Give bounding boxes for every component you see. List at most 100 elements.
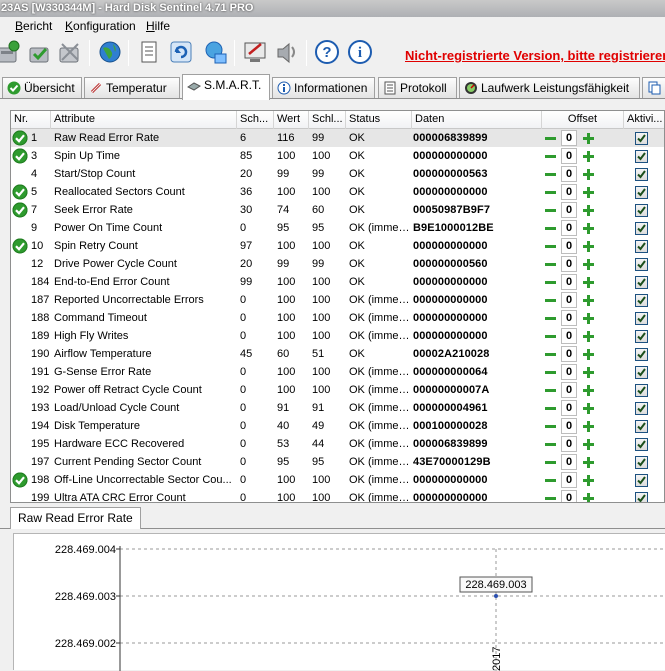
offset-value[interactable]: 0 xyxy=(561,202,577,218)
table-row[interactable]: 5 Reallocated Sectors Count 36 100 100 OK 0000… xyxy=(11,183,664,201)
offset-plus-button[interactable] xyxy=(583,133,594,144)
offset-value[interactable]: 0 xyxy=(561,346,577,362)
offset-minus-button[interactable] xyxy=(545,187,556,198)
active-checkbox[interactable] xyxy=(635,456,648,469)
offset-plus-button[interactable] xyxy=(583,205,594,216)
offset-plus-button[interactable] xyxy=(583,241,594,252)
globe-icon[interactable] xyxy=(96,38,124,68)
offset-plus-button[interactable] xyxy=(583,277,594,288)
offset-minus-button[interactable] xyxy=(545,331,556,342)
offset-minus-button[interactable] xyxy=(545,421,556,432)
offset-plus-button[interactable] xyxy=(583,331,594,342)
offset-minus-button[interactable] xyxy=(545,403,556,414)
offset-minus-button[interactable] xyxy=(545,475,556,486)
offset-value[interactable]: 0 xyxy=(561,490,577,502)
tab-temperatur[interactable]: Temperatur xyxy=(84,77,180,98)
offset-plus-button[interactable] xyxy=(583,259,594,270)
offset-value[interactable]: 0 xyxy=(561,238,577,254)
offset-value[interactable]: 0 xyxy=(561,400,577,416)
active-checkbox[interactable] xyxy=(635,366,648,379)
offset-value[interactable]: 0 xyxy=(561,274,577,290)
table-row[interactable]: 198 Off-Line Uncorrectable Sector Cou... 0… xyxy=(11,471,664,489)
column-header[interactable]: Schl... xyxy=(309,111,346,129)
active-checkbox[interactable] xyxy=(635,276,648,289)
offset-minus-button[interactable] xyxy=(545,313,556,324)
disk-check-icon[interactable] xyxy=(0,38,22,68)
tab-protokoll[interactable]: Protokoll xyxy=(378,77,457,98)
tab-übersicht[interactable]: Übersicht xyxy=(2,77,82,98)
offset-value[interactable]: 0 xyxy=(561,220,577,236)
help-icon[interactable]: ? xyxy=(313,38,341,68)
offset-plus-button[interactable] xyxy=(583,313,594,324)
offset-minus-button[interactable] xyxy=(545,367,556,378)
network-icon[interactable] xyxy=(201,38,229,68)
active-checkbox[interactable] xyxy=(635,240,648,253)
offset-value[interactable]: 0 xyxy=(561,382,577,398)
info-icon[interactable]: i xyxy=(346,38,374,68)
table-row[interactable]: 192 Power off Retract Cycle Count 0 100 100 O… xyxy=(11,381,664,399)
table-row[interactable]: 195 Hardware ECC Recovered 0 53 44 OK (immer … xyxy=(11,435,664,453)
tab-s-m-a-r-t[interactable]: S.M.A.R.T. xyxy=(182,74,270,100)
offset-plus-button[interactable] xyxy=(583,223,594,234)
tab-informationen[interactable]: Informationen xyxy=(272,77,375,98)
offset-value[interactable]: 0 xyxy=(561,364,577,380)
unregistered-warning-link[interactable]: Nicht-registrierte Version, bitte regist… xyxy=(405,48,665,63)
menu-konfiguration[interactable]: Konfiguration xyxy=(65,19,136,33)
offset-minus-button[interactable] xyxy=(545,277,556,288)
offset-minus-button[interactable] xyxy=(545,241,556,252)
tab-more[interactable] xyxy=(642,77,665,98)
offset-plus-button[interactable] xyxy=(583,457,594,468)
offset-minus-button[interactable] xyxy=(545,133,556,144)
column-header[interactable]: Status xyxy=(346,111,412,129)
menu-bericht[interactable]: Bericht xyxy=(15,19,52,33)
offset-minus-button[interactable] xyxy=(545,457,556,468)
active-checkbox[interactable] xyxy=(635,258,648,271)
active-checkbox[interactable] xyxy=(635,420,648,433)
active-checkbox[interactable] xyxy=(635,474,648,487)
speaker-icon[interactable] xyxy=(272,38,300,68)
refresh-icon[interactable] xyxy=(167,38,195,68)
table-row[interactable]: 3 Spin Up Time 85 100 100 OK 000000000000 0 xyxy=(11,147,664,165)
table-row[interactable]: 187 Reported Uncorrectable Errors 0 100 100 O… xyxy=(11,291,664,309)
offset-value[interactable]: 0 xyxy=(561,418,577,434)
offset-plus-button[interactable] xyxy=(583,367,594,378)
active-checkbox[interactable] xyxy=(635,204,648,217)
active-checkbox[interactable] xyxy=(635,312,648,325)
table-row[interactable]: 1 Raw Read Error Rate 6 116 99 OK 000006839899… xyxy=(11,129,664,147)
offset-minus-button[interactable] xyxy=(545,439,556,450)
offset-value[interactable]: 0 xyxy=(561,292,577,308)
offset-plus-button[interactable] xyxy=(583,475,594,486)
offset-value[interactable]: 0 xyxy=(561,310,577,326)
table-row[interactable]: 12 Drive Power Cycle Count 20 99 99 OK 0000000… xyxy=(11,255,664,273)
table-row[interactable]: 4 Start/Stop Count 20 99 99 OK 000000000563 0 xyxy=(11,165,664,183)
offset-plus-button[interactable] xyxy=(583,295,594,306)
active-checkbox[interactable] xyxy=(635,168,648,181)
table-row[interactable]: 197 Current Pending Sector Count 0 95 95 OK (… xyxy=(11,453,664,471)
active-checkbox[interactable] xyxy=(635,492,648,502)
offset-minus-button[interactable] xyxy=(545,151,556,162)
offset-minus-button[interactable] xyxy=(545,223,556,234)
active-checkbox[interactable] xyxy=(635,186,648,199)
offset-minus-button[interactable] xyxy=(545,385,556,396)
table-row[interactable]: 199 Ultra ATA CRC Error Count 0 100 100 OK (i… xyxy=(11,489,664,502)
offset-plus-button[interactable] xyxy=(583,169,594,180)
column-header[interactable]: Nr. xyxy=(11,111,51,129)
table-row[interactable]: 189 High Fly Writes 0 100 100 OK (immer ... 00… xyxy=(11,327,664,345)
table-row[interactable]: 10 Spin Retry Count 97 100 100 OK 000000000000… xyxy=(11,237,664,255)
tab-raw-read-error-rate[interactable]: Raw Read Error Rate xyxy=(10,507,141,529)
menu-hilfe[interactable]: Hilfe xyxy=(146,19,170,33)
offset-plus-button[interactable] xyxy=(583,493,594,502)
offset-value[interactable]: 0 xyxy=(561,256,577,272)
report-icon[interactable] xyxy=(135,38,163,68)
active-checkbox[interactable] xyxy=(635,348,648,361)
table-row[interactable]: 7 Seek Error Rate 30 74 60 OK 00050987B9F7 0 xyxy=(11,201,664,219)
offset-plus-button[interactable] xyxy=(583,385,594,396)
tab-laufwerk-leistungsfähigkeit[interactable]: Laufwerk Leistungsfähigkeit xyxy=(459,77,640,98)
offset-value[interactable]: 0 xyxy=(561,184,577,200)
disk-settings-icon[interactable] xyxy=(56,38,84,68)
offset-value[interactable]: 0 xyxy=(561,130,577,146)
offset-minus-button[interactable] xyxy=(545,295,556,306)
table-row[interactable]: 193 Load/Unload Cycle Count 0 91 91 OK (immer… xyxy=(11,399,664,417)
active-checkbox[interactable] xyxy=(635,330,648,343)
active-checkbox[interactable] xyxy=(635,402,648,415)
